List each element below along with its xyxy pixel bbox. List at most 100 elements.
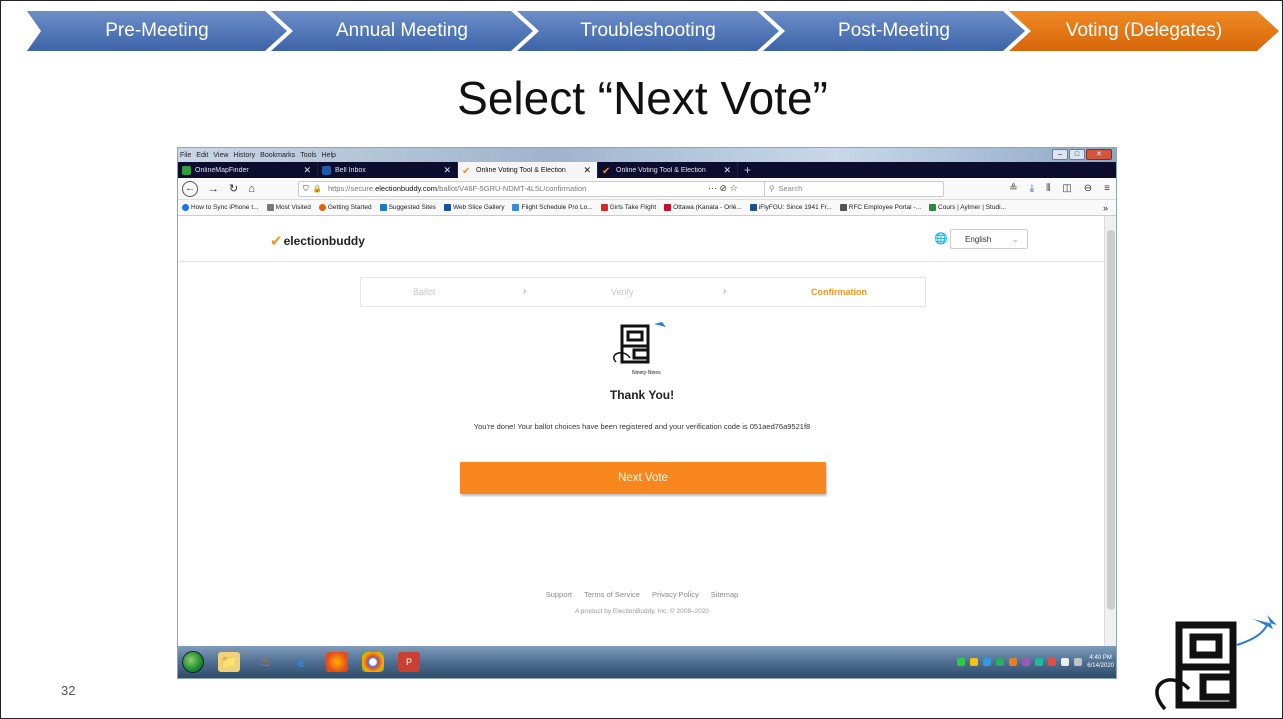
page-scrollbar[interactable] — [1104, 216, 1116, 648]
download-icon[interactable]: ⤓ — [1030, 183, 1034, 194]
file-explorer-icon[interactable]: 📁 — [218, 652, 240, 672]
home-icon[interactable]: ⌂ — [248, 183, 255, 195]
electionbuddy-logo[interactable]: ✔ electionbuddy — [270, 232, 365, 250]
menu-history[interactable]: History — [233, 152, 255, 159]
bookmark-item[interactable]: Web Slice Gallery — [443, 204, 505, 211]
bookmark-item[interactable]: Cours | Aylmer | Studi... — [929, 204, 1006, 211]
chrome-icon[interactable] — [362, 652, 384, 672]
step-verify: Verify — [611, 287, 634, 297]
tab-election-active[interactable]: ✔ Online Voting Tool & Election ✕ — [458, 162, 598, 178]
close-icon[interactable]: ✕ — [1086, 149, 1112, 160]
minimize-icon[interactable]: – — [1052, 149, 1068, 160]
network-icon[interactable] — [1061, 658, 1070, 666]
bookmark-item[interactable]: Ottawa (Kanata - Orlé... — [664, 204, 742, 211]
bookmark-item[interactable]: How to Sync iPhone t... — [182, 204, 259, 211]
powerpoint-icon[interactable]: P — [398, 652, 420, 672]
menu-view[interactable]: View — [213, 152, 228, 159]
scrollbar-thumb[interactable] — [1107, 230, 1115, 610]
tab-close-icon[interactable]: ✕ — [723, 165, 731, 176]
tab-onlinemapfinder[interactable]: OnlineMapFinder ✕ — [178, 162, 318, 178]
bookmark-item[interactable]: RFC Employee Portal -... — [839, 204, 922, 211]
menu-edit[interactable]: Edit — [196, 152, 208, 159]
nav-post-meeting[interactable]: Post-Meeting — [763, 11, 1025, 51]
java-icon[interactable]: ♨ — [254, 652, 276, 672]
tray-icon[interactable] — [1009, 658, 1018, 666]
tray-icon[interactable] — [970, 658, 979, 666]
plane-icon — [600, 204, 608, 211]
tray-icon[interactable] — [996, 658, 1005, 666]
search-input[interactable]: ⚲ Search — [764, 180, 944, 197]
footer-link-sitemap[interactable]: Sitemap — [711, 590, 739, 599]
nav-label: Post-Meeting — [838, 20, 950, 41]
menu-tools[interactable]: Tools — [300, 152, 316, 159]
bookmark-item[interactable]: Getting Started — [318, 204, 372, 211]
bookmark-icon — [182, 204, 189, 211]
bookmark-item[interactable]: Suggested Sites — [379, 204, 436, 211]
bookmark-label: Getting Started — [327, 204, 372, 211]
nav-pre-meeting[interactable]: Pre-Meeting — [27, 11, 287, 51]
bookmark-item[interactable]: Most Visited — [266, 204, 311, 211]
bookmark-item[interactable]: Flight Schedule Pro Lo... — [512, 204, 593, 211]
tab-close-icon[interactable]: ✕ — [583, 165, 591, 176]
library-icon[interactable]: ⫴ — [1046, 183, 1050, 194]
tray-icon[interactable] — [1048, 658, 1057, 666]
tab-label: Bell Inbox — [335, 166, 366, 174]
bookmark-label: iFlyFGU: Since 1941 Fr... — [758, 204, 832, 211]
bookmark-item[interactable]: iFlyFGU: Since 1941 Fr... — [749, 204, 832, 211]
plane-icon — [512, 204, 520, 211]
tray-icon[interactable] — [1022, 658, 1031, 666]
forward-icon[interactable]: → — [208, 183, 219, 195]
volume-icon[interactable] — [1074, 658, 1083, 666]
brand-name: electionbuddy — [283, 234, 365, 248]
slide-number: 32 — [61, 683, 76, 698]
back-icon[interactable]: ← — [182, 180, 198, 197]
next-vote-button[interactable]: Next Vote — [460, 462, 826, 494]
bookmark-label: Web Slice Gallery — [452, 204, 505, 211]
nav-troubleshooting[interactable]: Troubleshooting — [517, 11, 779, 51]
chevron-right-icon: › — [523, 286, 527, 297]
language-select[interactable]: English ⌄ — [950, 229, 1028, 249]
bookmarks-overflow-icon[interactable]: » — [1103, 203, 1108, 213]
tray-icon[interactable] — [983, 658, 992, 666]
star-icon[interactable]: ☆ — [730, 183, 738, 193]
tab-close-icon[interactable]: ✕ — [443, 165, 451, 176]
tray-icon[interactable] — [1035, 658, 1044, 666]
clock[interactable]: 4:40 PM 6/14/2020 — [1087, 654, 1114, 670]
bookmark-icon — [749, 204, 757, 211]
account-icon[interactable]: ⊖ — [1084, 183, 1092, 194]
more-actions-icon[interactable]: ··· — [708, 183, 717, 193]
ninety-nines-logo — [1155, 615, 1277, 711]
web-page: ✔ electionbuddy 🌐 English ⌄ Ballot › Ver… — [178, 216, 1106, 648]
firefox-icon[interactable] — [326, 652, 348, 672]
reload-icon[interactable]: ↻ — [229, 182, 238, 195]
tab-bell-inbox[interactable]: Bell Inbox ✕ — [318, 162, 458, 178]
menu-help[interactable]: Help — [322, 152, 336, 159]
menu-icon[interactable]: ≡ — [1104, 183, 1110, 194]
tab-election[interactable]: ✔ Online Voting Tool & Election ✕ — [598, 162, 738, 178]
pocket-icon[interactable]: ⊘ — [720, 183, 728, 193]
internet-explorer-icon[interactable]: e — [290, 652, 312, 672]
nav-label: Voting (Delegates) — [1065, 20, 1223, 41]
tray-icon[interactable] — [957, 658, 966, 666]
footer-link-terms[interactable]: Terms of Service — [584, 590, 640, 599]
menu-bookmarks[interactable]: Bookmarks — [260, 152, 295, 159]
footer-link-privacy[interactable]: Privacy Policy — [652, 590, 699, 599]
start-button[interactable] — [182, 651, 204, 673]
nav-voting-delegates[interactable]: Voting (Delegates) — [1009, 11, 1279, 51]
url-domain: electionbuddy.com — [375, 184, 438, 193]
footer-link-support[interactable]: Support — [546, 590, 572, 599]
gear-icon — [266, 204, 274, 211]
map-favicon-icon — [182, 165, 191, 175]
maximize-icon[interactable]: □ — [1069, 149, 1085, 160]
sidebar-icon[interactable]: ◫ — [1062, 183, 1071, 194]
confirmation-message: You're done! Your ballot choices have be… — [473, 422, 811, 431]
address-bar[interactable]: ⛉ 🔒 https://secure. electionbuddy.com/bal… — [298, 180, 768, 197]
bookmark-label: RFC Employee Portal -... — [848, 204, 922, 211]
bookmark-item[interactable]: Girls Take Flight — [600, 204, 656, 211]
lock-icon: 🔒 — [312, 184, 322, 193]
sync-icon[interactable]: ≗ — [1009, 183, 1017, 194]
new-tab-icon[interactable]: + — [738, 162, 757, 178]
menu-file[interactable]: File — [180, 152, 191, 159]
nav-annual-meeting[interactable]: Annual Meeting — [271, 11, 533, 51]
tab-close-icon[interactable]: ✕ — [303, 165, 311, 176]
